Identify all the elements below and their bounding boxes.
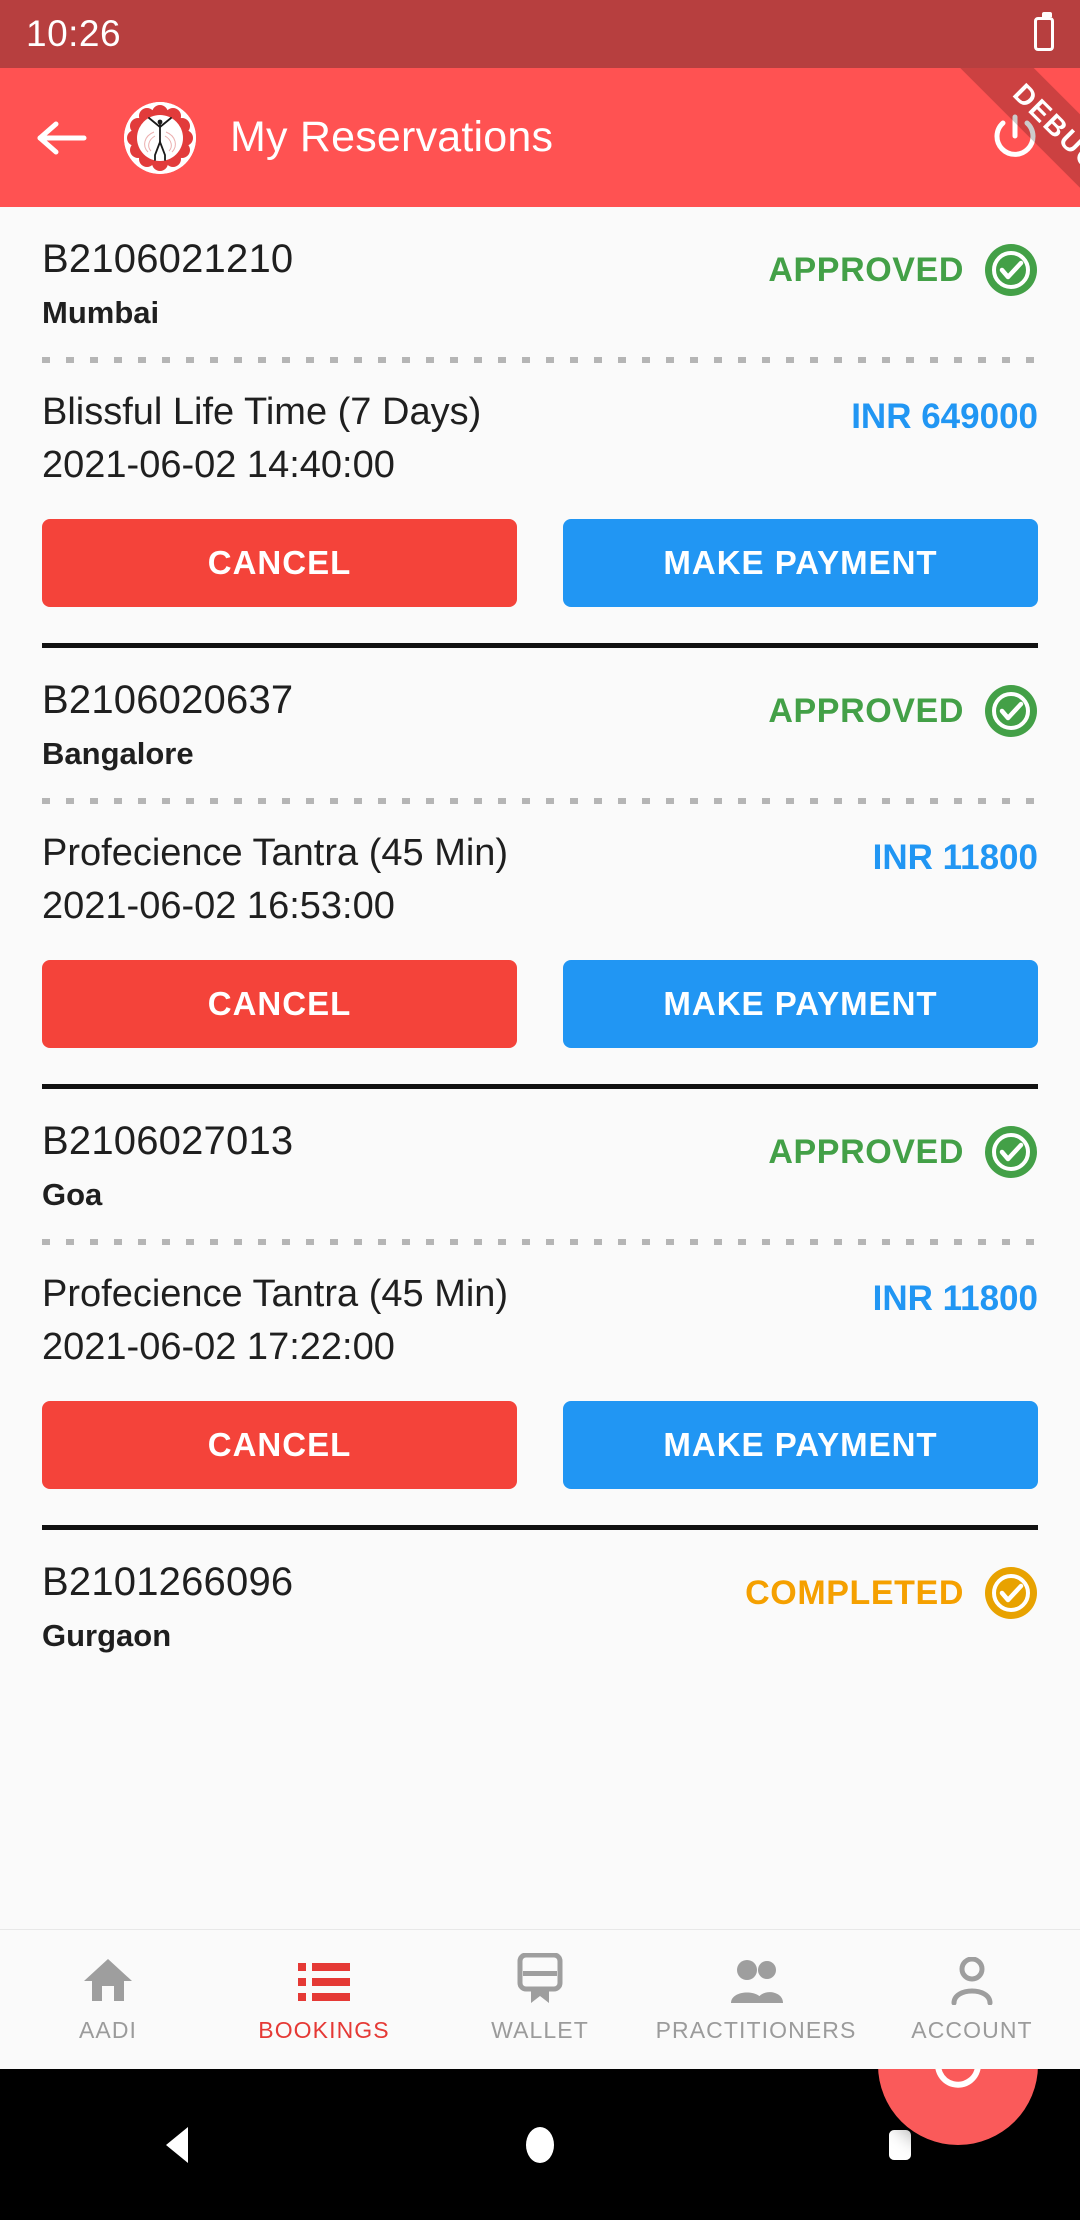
card-dotted-separator <box>42 357 1038 363</box>
service-datetime: 2021-06-02 14:40:00 <box>42 444 395 486</box>
booking-id: B2106027013 <box>42 1119 294 1163</box>
booking-city: Mumbai <box>42 295 160 330</box>
status-bar-clock: 10:26 <box>26 13 122 54</box>
nav-item-wallet[interactable]: WALLET <box>432 1953 648 2044</box>
page-title: My Reservations <box>230 113 554 161</box>
status-badge: COMPLETED <box>745 1560 1038 1620</box>
booking-card-header: B2101266096 Gurgaon COMPLETED <box>42 1530 1038 1654</box>
card-dotted-separator <box>42 1239 1038 1245</box>
booking-details: Blissful Life Time (7 Days) 2021-06-02 1… <box>42 391 1038 487</box>
booking-card[interactable]: B2106020637 Bangalore APPROVED Profecien… <box>0 648 1080 1048</box>
booking-identity: B2106020637 Bangalore <box>42 678 293 772</box>
service-datetime: 2021-06-02 16:53:00 <box>42 885 395 927</box>
booking-id: B2106020637 <box>42 678 294 722</box>
status-label: APPROVED <box>768 1132 964 1171</box>
battery-icon <box>1034 12 1054 51</box>
status-badge: APPROVED <box>768 1119 1038 1179</box>
booking-card[interactable]: B2101266096 Gurgaon COMPLETED <box>0 1530 1080 1654</box>
cancel-button[interactable]: CANCEL <box>42 1401 517 1489</box>
booking-card-header: B2106020637 Bangalore APPROVED <box>42 648 1038 772</box>
booking-card-header: B2106021210 Mumbai APPROVED <box>42 207 1038 331</box>
status-label: COMPLETED <box>745 1573 964 1612</box>
card-dotted-separator <box>42 798 1038 804</box>
booking-card-header: B2106027013 Goa APPROVED <box>42 1089 1038 1213</box>
list-icon <box>298 1955 350 2005</box>
booking-details: Profecience Tantra (45 Min) 2021-06-02 1… <box>42 832 1038 928</box>
bottom-navigation: AADI BOOKINGS WALLET PRACTITIONERS ACCOU… <box>0 1929 1080 2069</box>
nav-label-wallet: WALLET <box>491 2017 589 2043</box>
nav-label-practitioners: PRACTITIONERS <box>655 2017 857 2043</box>
status-label: APPROVED <box>768 691 964 730</box>
android-home-icon[interactable] <box>485 2090 595 2200</box>
app-bar: My Reservations DEBUG <box>0 68 1080 249</box>
service-datetime: 2021-06-02 17:22:00 <box>42 1326 395 1368</box>
booking-actions: CANCEL MAKE PAYMENT <box>42 519 1038 607</box>
booking-actions: CANCEL MAKE PAYMENT <box>42 960 1038 1048</box>
booking-price: INR 649000 <box>851 397 1038 436</box>
status-label: APPROVED <box>768 250 964 289</box>
people-icon <box>727 1955 785 2005</box>
make-payment-button[interactable]: MAKE PAYMENT <box>563 519 1038 607</box>
nav-item-practitioners[interactable]: PRACTITIONERS <box>648 1955 864 2044</box>
booking-identity: B2101266096 Gurgaon <box>42 1560 293 1654</box>
power-icon[interactable] <box>984 107 1046 169</box>
ticket-icon <box>514 1953 566 2005</box>
booking-city: Gurgaon <box>42 1618 172 1653</box>
nav-item-account[interactable]: ACCOUNT <box>864 1955 1080 2044</box>
booking-identity: B2106021210 Mumbai <box>42 237 293 331</box>
status-badge: APPROVED <box>768 678 1038 738</box>
nav-label-bookings: BOOKINGS <box>258 2017 390 2043</box>
person-icon <box>948 1955 996 2005</box>
nav-label-account: ACCOUNT <box>911 2017 1033 2043</box>
booking-city: Bangalore <box>42 736 194 771</box>
booking-details: Profecience Tantra (45 Min) 2021-06-02 1… <box>42 1273 1038 1369</box>
booking-price: INR 11800 <box>872 838 1038 877</box>
home-icon <box>82 1955 134 2005</box>
make-payment-button[interactable]: MAKE PAYMENT <box>563 1401 1038 1489</box>
service-name: Profecience Tantra (45 Min) <box>42 1273 509 1315</box>
android-back-icon[interactable] <box>125 2090 235 2200</box>
make-payment-button[interactable]: MAKE PAYMENT <box>563 960 1038 1048</box>
status-badge: APPROVED <box>768 237 1038 297</box>
completed-check-icon <box>984 1566 1038 1620</box>
approved-check-icon <box>984 684 1038 738</box>
app-logo-icon <box>124 101 196 174</box>
phone-screen: 10:26 My Reservations DEBUG B2106021210 … <box>0 0 1080 2220</box>
booking-card[interactable]: B2106027013 Goa APPROVED Profecience Tan… <box>0 1089 1080 1489</box>
nav-label-aadi: AADI <box>78 2017 138 2043</box>
booking-id: B2106021210 <box>42 237 294 281</box>
booking-identity: B2106027013 Goa <box>42 1119 293 1213</box>
cancel-button[interactable]: CANCEL <box>42 519 517 607</box>
booking-id: B2101266096 <box>42 1560 294 1604</box>
cancel-button[interactable]: CANCEL <box>42 960 517 1048</box>
nav-item-aadi[interactable]: AADI <box>0 1955 216 2044</box>
booking-card[interactable]: B2106021210 Mumbai APPROVED Blissful Lif… <box>0 207 1080 607</box>
bookings-list[interactable]: B2106021210 Mumbai APPROVED Blissful Lif… <box>0 207 1080 1929</box>
service-name: Blissful Life Time (7 Days) <box>42 391 482 433</box>
booking-city: Goa <box>42 1177 103 1212</box>
approved-check-icon <box>984 243 1038 297</box>
service-name: Profecience Tantra (45 Min) <box>42 832 509 874</box>
status-bar-system-icons <box>1034 12 1054 51</box>
back-arrow-icon[interactable] <box>34 110 90 166</box>
approved-check-icon <box>984 1125 1038 1179</box>
status-bar: 10:26 <box>0 0 1080 68</box>
nav-item-bookings[interactable]: BOOKINGS <box>216 1955 432 2044</box>
booking-actions: CANCEL MAKE PAYMENT <box>42 1401 1038 1489</box>
booking-price: INR 11800 <box>872 1279 1038 1318</box>
